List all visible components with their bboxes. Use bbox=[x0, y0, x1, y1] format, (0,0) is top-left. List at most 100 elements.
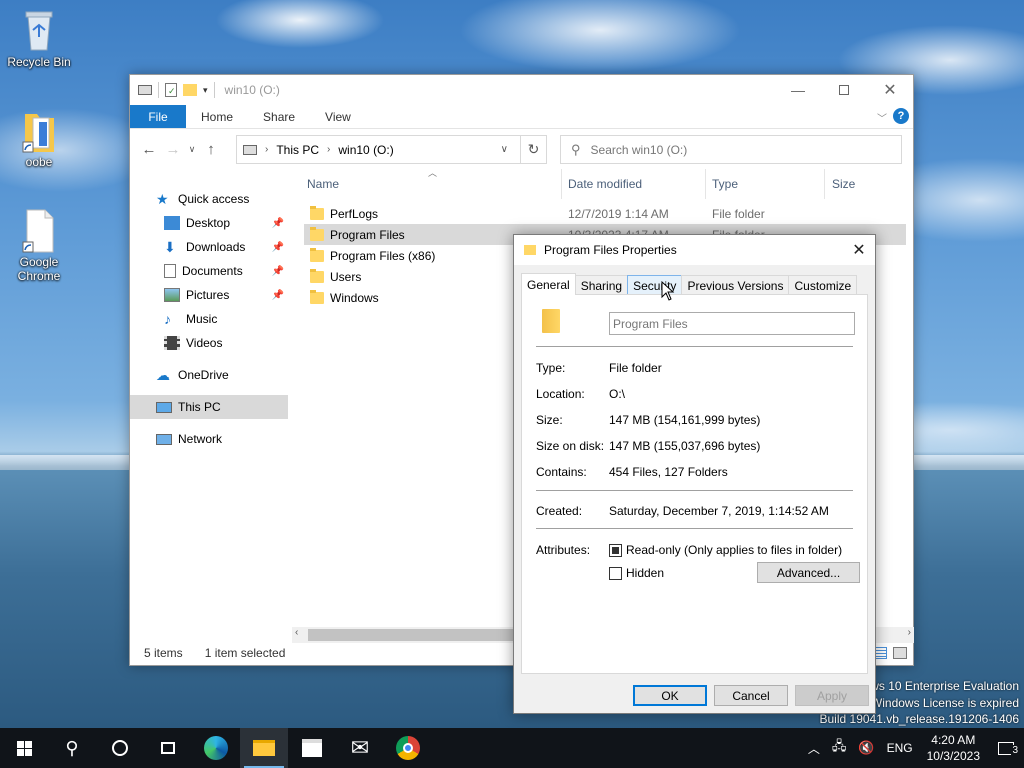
desktop-icon-google-chrome[interactable]: Google Chrome bbox=[1, 208, 77, 283]
nav-downloads[interactable]: ⬇ Downloads 📌 bbox=[130, 235, 288, 259]
mail-button[interactable]: ✉ bbox=[336, 728, 384, 768]
desktop-icon-recycle-bin[interactable]: Recycle Bin bbox=[1, 8, 77, 69]
store-button[interactable] bbox=[288, 728, 336, 768]
cancel-button[interactable]: Cancel bbox=[714, 685, 788, 706]
column-divider[interactable] bbox=[824, 169, 825, 199]
tab-home[interactable]: Home bbox=[186, 105, 248, 128]
tab-share[interactable]: Share bbox=[248, 105, 310, 128]
properties-dialog: Program Files Properties ✕ General Shari… bbox=[513, 234, 876, 714]
breadcrumb-this-pc[interactable]: This PC bbox=[276, 143, 319, 157]
document-shortcut-icon bbox=[19, 208, 59, 253]
clock-date: 10/3/2023 bbox=[926, 749, 980, 763]
help-button[interactable]: ? bbox=[893, 108, 909, 124]
network-icon[interactable]: 🖧 bbox=[826, 737, 853, 759]
nav-pictures[interactable]: Pictures 📌 bbox=[130, 283, 288, 307]
folder-shortcut-icon bbox=[19, 108, 59, 153]
desktop-icon-label: Recycle Bin bbox=[7, 55, 71, 69]
nav-desktop[interactable]: Desktop 📌 bbox=[130, 211, 288, 235]
mouse-cursor-icon bbox=[661, 281, 675, 301]
minimize-button[interactable]: — bbox=[775, 75, 821, 105]
desktop-icon-oobe[interactable]: oobe bbox=[1, 108, 77, 169]
close-icon: ✕ bbox=[852, 242, 866, 259]
address-dropdown-icon[interactable]: ∨ bbox=[501, 144, 508, 155]
edge-icon bbox=[204, 736, 228, 760]
ok-button[interactable]: OK bbox=[633, 685, 707, 706]
tab-previous-versions[interactable]: Previous Versions bbox=[681, 275, 790, 295]
notification-badge: 3 bbox=[1011, 744, 1019, 756]
nav-label: This PC bbox=[178, 400, 221, 414]
readonly-checkbox[interactable]: Read-only (Only applies to files in fold… bbox=[609, 543, 842, 557]
column-type[interactable]: Type bbox=[712, 177, 738, 191]
download-arrow-icon: ⬇ bbox=[164, 239, 176, 255]
folder-name-field[interactable]: Program Files bbox=[609, 312, 855, 335]
divider bbox=[536, 528, 853, 529]
column-name[interactable]: Name bbox=[307, 177, 339, 191]
watermark-line-1: ows 10 Enterprise Evaluation bbox=[863, 679, 1019, 693]
clock[interactable]: 4:20 AM 10/3/2023 bbox=[919, 732, 988, 764]
divider bbox=[536, 346, 853, 347]
checkbox-indeterminate-icon bbox=[609, 543, 622, 557]
expand-ribbon-icon[interactable]: ﹀ bbox=[877, 110, 887, 125]
nav-documents[interactable]: Documents 📌 bbox=[130, 259, 288, 283]
close-button[interactable]: ✕ bbox=[867, 75, 913, 105]
search-button[interactable]: ⚲ bbox=[48, 728, 96, 768]
hidden-checkbox[interactable]: Hidden bbox=[609, 566, 664, 580]
maximize-button[interactable] bbox=[821, 75, 867, 105]
nav-quick-access[interactable]: ★ Quick access bbox=[130, 187, 288, 211]
show-hidden-icons-chevron-icon[interactable]: ︿ bbox=[802, 740, 826, 757]
properties-icon[interactable]: ✓ bbox=[165, 83, 177, 97]
breadcrumb-separator: › bbox=[265, 144, 269, 155]
volume-muted-icon[interactable]: 🔇 bbox=[852, 740, 880, 756]
nav-label: Pictures bbox=[186, 288, 230, 302]
nav-videos[interactable]: Videos bbox=[130, 331, 288, 355]
scroll-left-icon[interactable]: ‹ bbox=[295, 627, 298, 638]
scroll-right-icon[interactable]: › bbox=[908, 627, 911, 638]
back-button[interactable]: ← bbox=[137, 137, 161, 161]
nav-onedrive[interactable]: ☁ OneDrive bbox=[130, 363, 288, 387]
forward-button[interactable]: → bbox=[161, 137, 185, 161]
up-button[interactable]: ↑ bbox=[199, 137, 223, 161]
nav-this-pc[interactable]: This PC bbox=[130, 395, 288, 419]
nav-label: Network bbox=[178, 432, 223, 446]
column-size[interactable]: Size bbox=[832, 177, 855, 191]
customize-toolbar-icon[interactable]: ▾ bbox=[203, 85, 208, 96]
address-bar[interactable]: › This PC › win10 (O:) ∨ bbox=[236, 135, 547, 164]
file-explorer-button[interactable] bbox=[240, 728, 288, 768]
chevron-down-icon: ∨ bbox=[188, 143, 196, 154]
apply-button[interactable]: Apply bbox=[795, 685, 869, 706]
task-view-button[interactable] bbox=[144, 728, 192, 768]
nav-network[interactable]: Network bbox=[130, 427, 288, 451]
navigation-bar: ← → ∨ ↑ › This PC › win10 (O:) ∨ ↻ ⚲ Sea… bbox=[130, 129, 913, 169]
breadcrumb-drive[interactable]: win10 (O:) bbox=[338, 143, 393, 157]
nav-label: OneDrive bbox=[178, 368, 229, 382]
start-button[interactable] bbox=[0, 728, 48, 768]
tab-file[interactable]: File bbox=[130, 105, 186, 128]
cortana-button[interactable] bbox=[96, 728, 144, 768]
refresh-button[interactable]: ↻ bbox=[520, 135, 547, 164]
edge-button[interactable] bbox=[192, 728, 240, 768]
recent-locations-button[interactable]: ∨ bbox=[185, 137, 199, 161]
tab-view[interactable]: View bbox=[310, 105, 366, 128]
large-icons-view-icon[interactable] bbox=[893, 647, 907, 659]
file-row[interactable]: PerfLogs 12/7/2019 1:14 AM File folder bbox=[304, 203, 906, 224]
chrome-button[interactable] bbox=[384, 728, 432, 768]
action-center-button[interactable]: 3 bbox=[988, 741, 1024, 756]
file-date: 12/7/2019 1:14 AM bbox=[568, 206, 669, 221]
search-input[interactable]: ⚲ Search win10 (O:) bbox=[560, 135, 902, 164]
star-icon: ★ bbox=[156, 191, 169, 207]
language-indicator[interactable]: ENG bbox=[881, 741, 919, 755]
tab-general[interactable]: General bbox=[521, 273, 576, 295]
tab-customize[interactable]: Customize bbox=[788, 275, 858, 295]
item-count: 5 items bbox=[144, 646, 183, 660]
nav-music[interactable]: ♪ Music bbox=[130, 307, 288, 331]
tab-sharing[interactable]: Sharing bbox=[574, 275, 629, 295]
new-folder-icon[interactable] bbox=[183, 84, 197, 96]
column-divider[interactable] bbox=[705, 169, 706, 199]
nav-label: Documents bbox=[182, 264, 243, 278]
column-divider[interactable] bbox=[561, 169, 562, 199]
advanced-button[interactable]: Advanced... bbox=[757, 562, 860, 583]
column-date-modified[interactable]: Date modified bbox=[568, 177, 642, 191]
dialog-close-button[interactable]: ✕ bbox=[843, 235, 875, 265]
pin-icon: 📌 bbox=[271, 217, 284, 229]
system-tray: ︿ 🖧 🔇 ENG 4:20 AM 10/3/2023 3 bbox=[802, 728, 1024, 768]
